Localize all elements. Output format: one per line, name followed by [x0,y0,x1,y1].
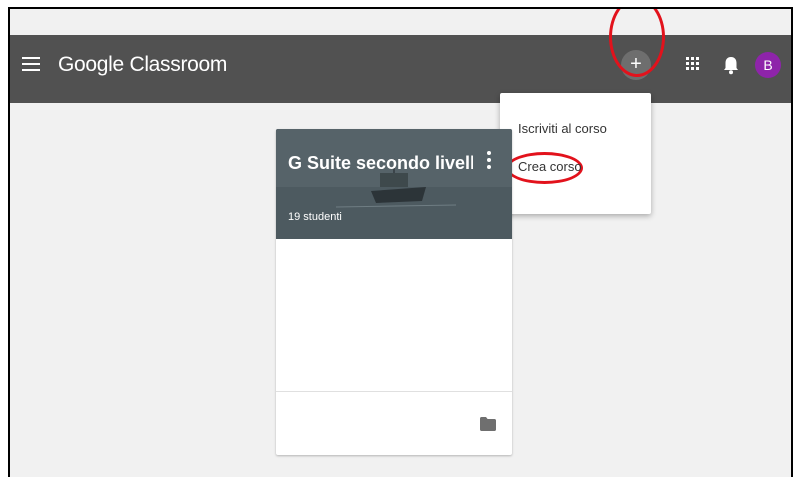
more-options-icon[interactable] [486,151,492,173]
app-title: Google Classroom [58,53,228,76]
menu-item-label: Iscriviti al corso [518,121,607,136]
account-avatar[interactable]: B [755,52,781,78]
card-divider [276,391,512,392]
add-class-menu: Iscriviti al corso Crea corso [500,93,651,214]
menu-item-join-class[interactable]: Iscriviti al corso [500,111,651,147]
course-title-link[interactable]: G Suite secondo livello... [288,153,473,174]
folder-icon[interactable] [480,417,496,431]
apps-grid-icon[interactable] [686,57,700,71]
menu-item-create-class[interactable]: Crea corso [500,149,651,185]
course-card-header[interactable]: G Suite secondo livello... 19 studenti [276,129,512,239]
course-card[interactable]: G Suite secondo livello... 19 studenti [276,129,512,455]
notifications-bell-icon[interactable] [722,55,740,75]
screenshot-frame: Google Classroom + B Iscriviti al corso … [8,7,793,477]
student-count: 19 studenti [288,211,342,223]
top-app-bar: Google Classroom + B [10,35,791,103]
hamburger-menu-icon[interactable] [22,57,40,73]
menu-item-label: Crea corso [518,159,582,174]
